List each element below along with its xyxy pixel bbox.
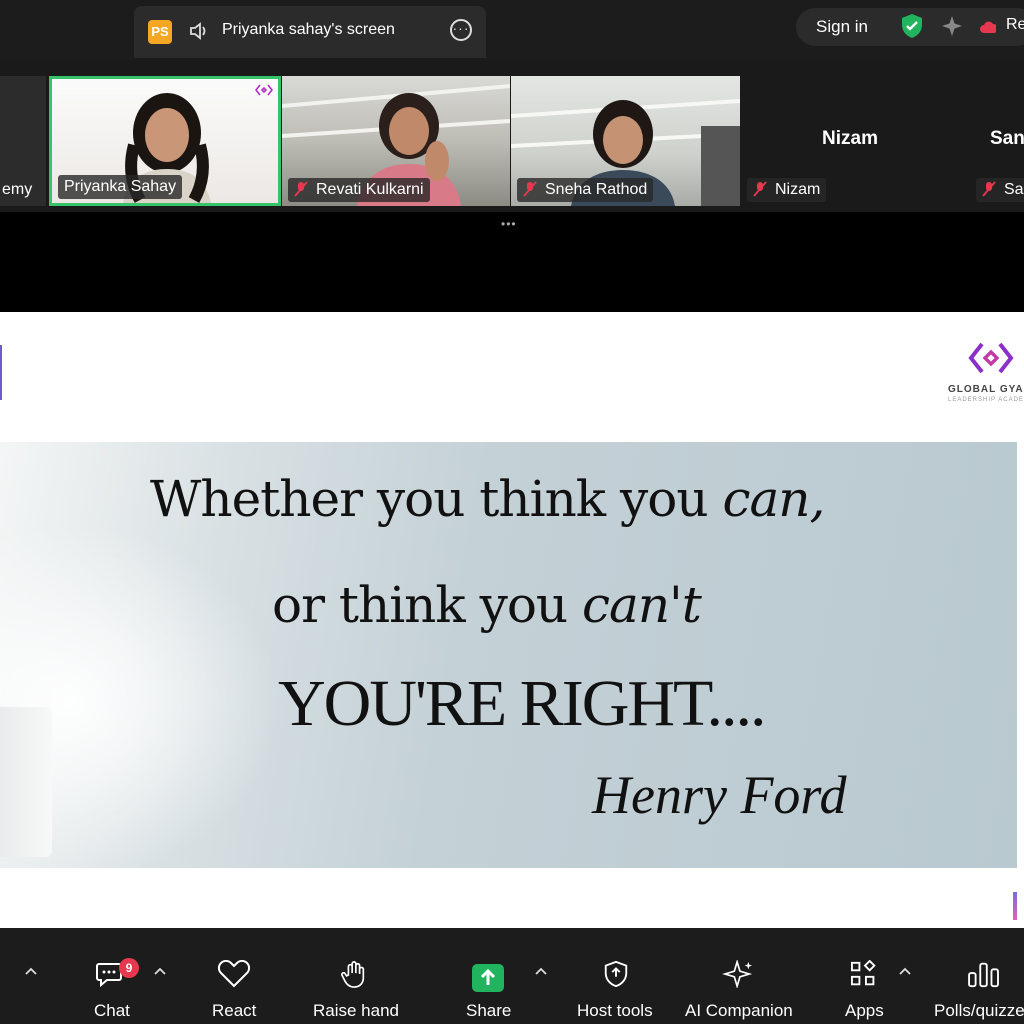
chevron-up-icon[interactable] — [24, 966, 38, 976]
ai-companion-button[interactable]: AI Companion — [685, 1001, 793, 1021]
participant-name: Sa — [976, 178, 1024, 202]
logo-text: GLOBAL GYA — [948, 384, 1024, 395]
chat-unread-badge: 9 — [119, 958, 139, 978]
share-title: Priyanka sahay's screen — [222, 21, 395, 38]
resize-handle-icon[interactable]: ••• — [501, 217, 517, 231]
apps-icon[interactable] — [848, 960, 882, 988]
host-tools-button[interactable]: Host tools — [577, 1001, 653, 1021]
participant-center-name: San — [990, 128, 1024, 149]
participant-tile[interactable]: San Sa — [970, 76, 1024, 206]
raise-hand-button[interactable]: Raise hand — [313, 1001, 399, 1021]
polls-button[interactable]: Polls/quizzes — [934, 1001, 1024, 1021]
quote-line-3: YOU'RE RIGHT.... — [278, 667, 766, 740]
record-button[interactable]: Re — [980, 16, 1024, 38]
more-options-icon[interactable]: ··· — [450, 19, 472, 41]
mic-muted-icon — [753, 181, 767, 197]
slide-accent-bar — [1013, 892, 1017, 920]
mic-muted-icon — [294, 181, 308, 197]
participant-tile[interactable]: Sneha Rathod — [511, 76, 740, 206]
react-button[interactable]: React — [212, 1001, 256, 1021]
participant-center-name: Nizam — [822, 128, 878, 149]
participant-strip: emy Priyanka Sahay Revati Kulkarni Sneha… — [0, 60, 1024, 212]
share-button[interactable]: Share — [466, 1001, 511, 1021]
security-shield-icon[interactable] — [900, 13, 924, 39]
chevron-up-icon[interactable] — [898, 966, 912, 976]
logo-subtext: LEADERSHIP ACADE — [948, 397, 1024, 403]
participant-name: Nizam — [747, 178, 827, 202]
quote-line-1: Whether you think you can, — [150, 470, 825, 528]
mic-muted-icon — [523, 181, 537, 197]
mic-muted-icon — [982, 181, 996, 197]
participant-tile-active[interactable]: Priyanka Sahay — [49, 76, 281, 206]
chevron-up-icon[interactable] — [534, 966, 548, 976]
participant-name: Sneha Rathod — [517, 178, 654, 202]
participant-tile[interactable]: emy — [0, 76, 46, 206]
quote-line-2: or think you can't — [272, 576, 702, 634]
chat-button[interactable]: Chat — [94, 1001, 130, 1021]
global-gyan-logo-icon — [968, 342, 1014, 374]
participant-tile[interactable]: Nizam Nizam — [741, 76, 969, 206]
polls-chart-icon[interactable] — [966, 960, 1002, 988]
chevron-up-icon[interactable] — [153, 966, 167, 976]
apps-button[interactable]: Apps — [845, 1001, 884, 1021]
participant-name: emy — [2, 181, 33, 198]
record-label: Re — [1006, 16, 1024, 33]
speaker-icon[interactable] — [188, 20, 210, 42]
participant-logo-icon — [255, 84, 273, 96]
slide-accent-bar — [0, 345, 2, 400]
raise-hand-icon[interactable] — [339, 960, 369, 988]
share-screen-icon[interactable] — [471, 963, 505, 993]
presenter-avatar: PS — [148, 20, 172, 44]
sign-in-button[interactable]: Sign in — [816, 17, 868, 37]
heart-icon[interactable] — [217, 960, 251, 988]
host-tools-shield-icon[interactable] — [602, 960, 630, 988]
participant-name: Priyanka Sahay — [58, 175, 183, 199]
lamp-image — [0, 707, 52, 857]
ai-companion-sparkle-icon[interactable] — [722, 960, 756, 988]
participant-tile[interactable]: Revati Kulkarni — [282, 76, 510, 206]
sparkle-icon[interactable] — [940, 14, 964, 38]
quote-author: Henry Ford — [592, 765, 847, 825]
cloud-record-icon — [980, 21, 996, 33]
participant-name: Revati Kulkarni — [288, 178, 430, 202]
